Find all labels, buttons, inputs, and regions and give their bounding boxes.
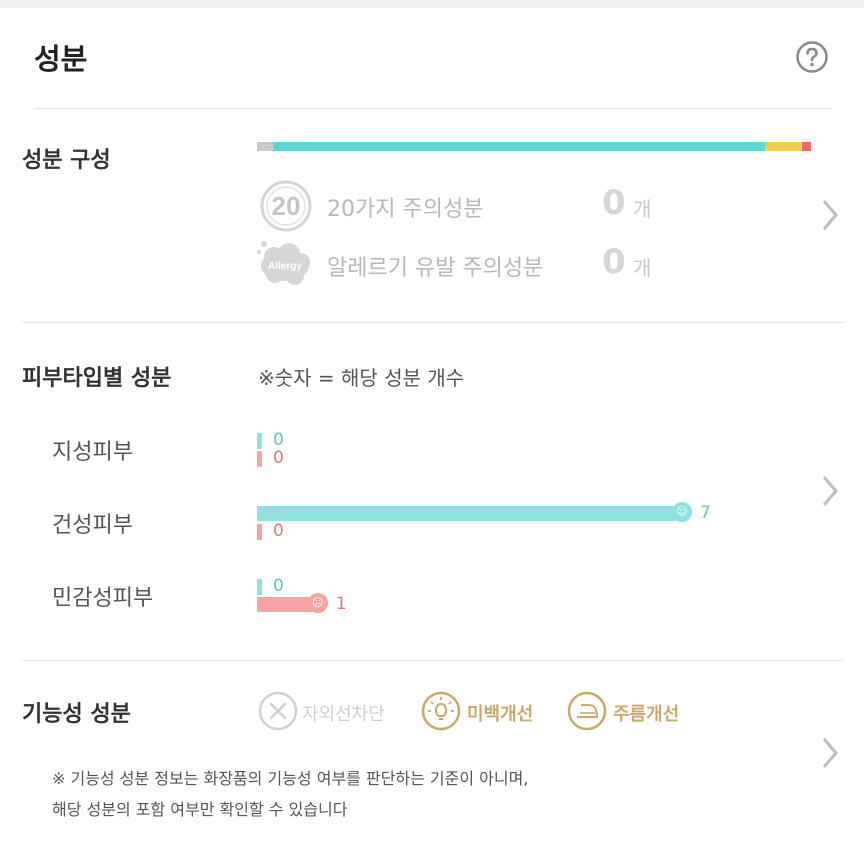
iron-icon: [567, 691, 607, 731]
good-ingredient-bar: [257, 433, 262, 449]
wrinkle-label: 주름개선: [613, 704, 680, 725]
top-strip: [0, 0, 864, 8]
bad-ingredient-count: 0: [273, 448, 284, 468]
bad-ingredient-bar: [257, 524, 262, 540]
functional-note-line2: 해당 성분의 포함 여부만 확인할 수 있습니다: [52, 800, 348, 819]
smile-face-icon: ☺: [672, 502, 692, 522]
twenty-caution-count: 0: [602, 183, 626, 223]
skin-type-title: 피부타입별 성분: [22, 366, 172, 391]
help-icon[interactable]: [796, 41, 828, 73]
twenty-badge-icon: 20: [260, 180, 312, 232]
composition-bar: [257, 142, 811, 151]
functional-title: 기능성 성분: [22, 702, 131, 727]
uv-block-label: 자외선차단: [302, 704, 385, 725]
header-divider: [34, 108, 832, 109]
bad-ingredient-count: 0: [273, 521, 284, 541]
chevron-right-icon[interactable]: [820, 474, 840, 508]
skin-type-label: 민감성피부: [52, 586, 154, 611]
good-ingredient-count: 7: [700, 503, 711, 523]
allergy-cloud-icon: Allergy: [257, 241, 310, 285]
x-circle-icon: [258, 691, 298, 731]
skin-type-label: 지성피부: [52, 440, 133, 465]
twenty-caution-unit: 개: [633, 197, 652, 221]
composition-divider: [22, 322, 844, 323]
functional-note-line1: ※ 기능성 성분 정보는 화장품의 기능성 여부를 판단하는 기준이 아니며,: [52, 769, 529, 788]
skin-type-note: ※숫자 = 해당 성분 개수: [258, 366, 465, 390]
allergy-caution-unit: 개: [633, 256, 652, 280]
good-ingredient-count: 0: [273, 430, 284, 450]
twenty-caution-label: 20가지 주의성분: [327, 197, 484, 222]
good-ingredient-bar: [257, 579, 262, 595]
composition-bar-segment: [764, 142, 803, 151]
skin-type-label: 건성피부: [52, 513, 133, 538]
page-title: 성분: [34, 42, 88, 76]
bad-ingredient-count: 1: [335, 594, 347, 614]
sad-face-icon: ☹: [307, 593, 328, 613]
bad-ingredient-bar: [257, 451, 262, 467]
chevron-right-icon[interactable]: [820, 198, 840, 232]
lightbulb-icon: [421, 691, 461, 731]
composition-bar-segment: [273, 142, 765, 151]
composition-title: 성분 구성: [22, 148, 111, 173]
composition-bar-segment: [257, 142, 274, 151]
whitening-label: 미백개선: [467, 704, 534, 725]
good-ingredient-bar: [257, 506, 682, 521]
allergy-caution-label: 알레르기 유발 주의성분: [327, 256, 544, 281]
chevron-right-icon[interactable]: [820, 736, 840, 770]
composition-bar-segment: [802, 142, 811, 151]
good-ingredient-count: 0: [273, 576, 284, 596]
allergy-badge-label: Allergy: [268, 261, 302, 272]
skin-type-divider: [22, 660, 844, 661]
allergy-caution-count: 0: [602, 242, 626, 282]
twenty-badge-label: 20: [272, 191, 301, 221]
